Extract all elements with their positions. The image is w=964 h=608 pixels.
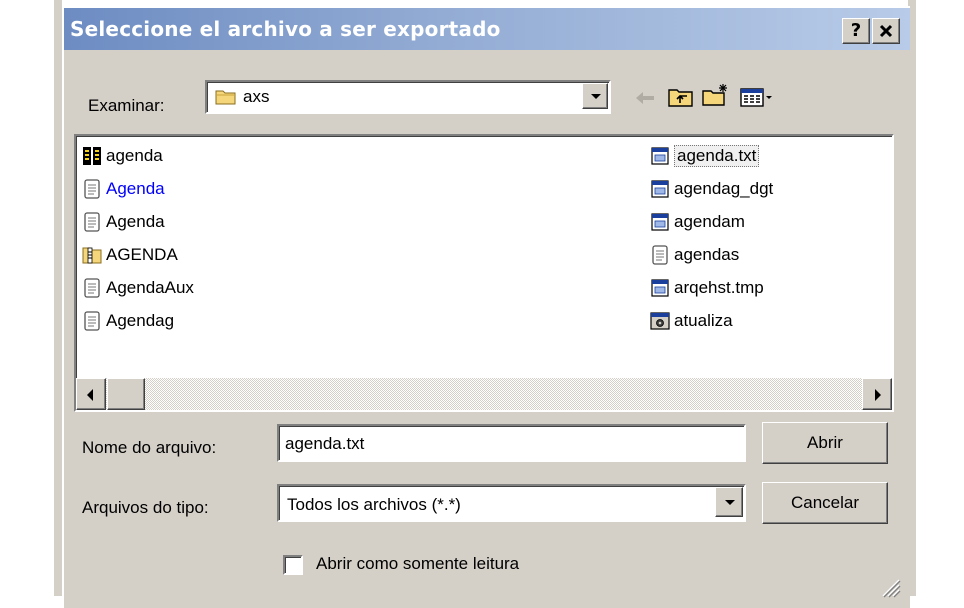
left-background-strip: [54, 0, 62, 596]
filename-input[interactable]: agenda.txt: [277, 424, 746, 462]
chevron-down-icon: [725, 500, 735, 505]
look-in-value: axs: [243, 87, 270, 106]
scroll-right-button[interactable]: [862, 378, 892, 410]
notepad-icon: [84, 179, 100, 199]
file-name: agendag_dgt: [674, 179, 774, 198]
list-item[interactable]: agenda: [82, 142, 163, 170]
notepad-icon: [652, 245, 668, 265]
open-button[interactable]: Abrir: [762, 422, 888, 464]
look-in-combo[interactable]: axs: [205, 80, 611, 114]
filename-value: agenda.txt: [285, 434, 365, 453]
chevron-right-icon: [875, 389, 881, 401]
new-folder-icon[interactable]: [702, 83, 730, 107]
notepad-icon: [84, 212, 100, 232]
look-in-label: Examinar:: [88, 96, 165, 115]
filetype-select[interactable]: Todos los archivos (*.*): [277, 484, 746, 522]
list-item[interactable]: arqehst.tmp: [650, 274, 764, 302]
title-bar[interactable]: Seleccione el archivo a ser exportado ?: [64, 8, 910, 50]
file-name: agendas: [674, 245, 740, 264]
help-button[interactable]: ?: [842, 18, 870, 44]
open-button-label: Abrir: [807, 433, 843, 452]
filetype-dropdown-button[interactable]: [715, 487, 743, 517]
window-file-icon: [651, 147, 669, 165]
view-menu-button[interactable]: [740, 88, 776, 110]
window-file-icon: [651, 180, 669, 198]
file-name: AGENDA: [106, 245, 178, 264]
file-name: agenda: [106, 146, 163, 165]
list-item[interactable]: atualiza: [650, 307, 733, 335]
list-item[interactable]: agenda.txt: [650, 142, 760, 170]
list-item[interactable]: Agenda: [82, 175, 165, 203]
notepad-icon: [84, 278, 100, 298]
list-item[interactable]: agendas: [650, 241, 739, 269]
list-item[interactable]: Agendag: [82, 307, 174, 335]
notepad-icon: [84, 311, 100, 331]
list-item[interactable]: agendam: [650, 208, 745, 236]
chevron-down-icon: [591, 94, 601, 99]
file-name: arqehst.tmp: [674, 278, 764, 297]
filetype-value: Todos los archivos (*.*): [287, 495, 461, 514]
list-item[interactable]: AgendaAux: [82, 274, 194, 302]
resize-grip-icon[interactable]: [879, 576, 901, 598]
file-list[interactable]: agenda Agenda Agenda AGENDA AgendaAux Ag…: [74, 134, 894, 412]
window-file-icon: [651, 279, 669, 297]
dialog-title: Seleccione el archivo a ser exportado: [70, 17, 501, 41]
list-item[interactable]: agendag_dgt: [650, 175, 773, 203]
window-file-icon: [651, 213, 669, 231]
zip-folder-icon: [82, 247, 102, 264]
scroll-left-button[interactable]: [76, 378, 106, 410]
readonly-label: Abrir como somente leitura: [316, 554, 520, 573]
scroll-thumb[interactable]: [107, 378, 145, 410]
file-name: atualiza: [674, 311, 733, 330]
horizontal-scrollbar[interactable]: [76, 378, 892, 410]
up-folder-icon[interactable]: [668, 86, 694, 108]
filetype-label: Arquivos do tipo:: [82, 498, 209, 517]
file-dialog: Seleccione el archivo a ser exportado ? …: [62, 6, 910, 608]
back-arrow-icon[interactable]: [634, 90, 656, 106]
list-item[interactable]: Agenda: [82, 208, 165, 236]
folder-icon: [215, 90, 236, 105]
file-name: agenda.txt: [674, 145, 760, 167]
filename-label: Nome do arquivo:: [82, 438, 217, 457]
file-name: agendam: [674, 212, 745, 231]
readonly-checkbox[interactable]: [283, 555, 303, 575]
file-name: Agendag: [106, 311, 175, 330]
file-name: Agenda: [106, 212, 165, 231]
close-icon: [879, 24, 893, 38]
view-menu-icon: [740, 88, 772, 107]
close-button[interactable]: [872, 18, 900, 44]
file-name: Agenda: [106, 179, 165, 198]
cancel-button[interactable]: Cancelar: [762, 482, 888, 524]
cancel-button-label: Cancelar: [790, 493, 860, 512]
file-name: AgendaAux: [106, 278, 194, 297]
setup-program-icon: [650, 312, 670, 330]
list-item[interactable]: AGENDA: [82, 241, 178, 269]
chevron-left-icon: [87, 389, 93, 401]
database-icon: [83, 147, 101, 165]
look-in-dropdown-button[interactable]: [582, 83, 608, 109]
